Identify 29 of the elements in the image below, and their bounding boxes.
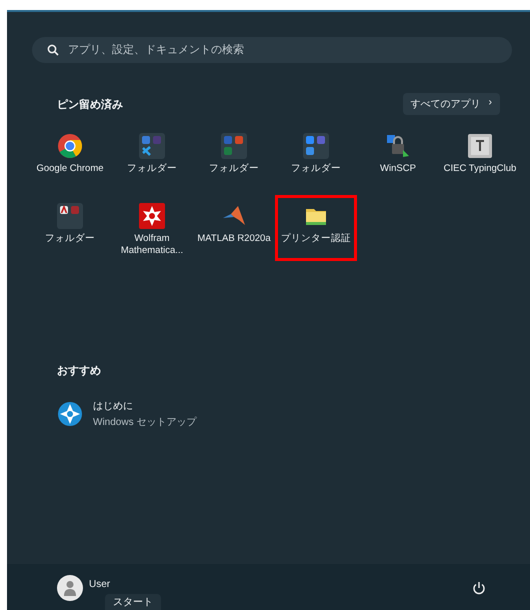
app-tile[interactable]: WinSCP bbox=[357, 125, 439, 191]
app-tile[interactable]: Wolfram Mathematica... bbox=[111, 195, 193, 261]
search-icon bbox=[47, 44, 59, 56]
chrome-icon bbox=[57, 133, 83, 159]
person-icon bbox=[63, 580, 77, 596]
app-tile[interactable]: フォルダー bbox=[193, 125, 275, 191]
app-tile[interactable]: プリンター認証 bbox=[275, 195, 357, 261]
recommended-item[interactable]: はじめに Windows セットアップ bbox=[51, 399, 202, 429]
padlock-icon bbox=[385, 133, 411, 159]
compass-star-icon bbox=[57, 401, 83, 427]
folder-icon bbox=[57, 203, 83, 229]
section-title: ピン留め済み bbox=[57, 98, 123, 112]
app-tile[interactable]: フォルダー bbox=[29, 195, 111, 261]
folder-icon bbox=[221, 133, 247, 159]
section-title: おすすめ bbox=[57, 365, 101, 377]
folder-icon bbox=[303, 133, 329, 159]
key-icon bbox=[467, 133, 493, 159]
user-name[interactable]: User bbox=[89, 578, 110, 590]
user-avatar[interactable] bbox=[57, 575, 83, 601]
app-tile[interactable]: MATLAB R2020a bbox=[193, 195, 275, 261]
app-tile[interactable]: Google Chrome bbox=[29, 125, 111, 191]
app-tile[interactable]: フォルダー bbox=[111, 125, 193, 191]
folder-icon bbox=[139, 133, 165, 159]
tooltip: スタート bbox=[105, 594, 161, 610]
app-tile[interactable]: CIEC TypingClub bbox=[439, 125, 521, 191]
app-tile[interactable]: フォルダー bbox=[275, 125, 357, 191]
power-icon bbox=[472, 581, 486, 595]
search-field[interactable]: アプリ、設定、ドキュメントの検索 bbox=[32, 37, 512, 63]
all-apps-button[interactable]: すべてのアプリ › bbox=[402, 93, 500, 115]
